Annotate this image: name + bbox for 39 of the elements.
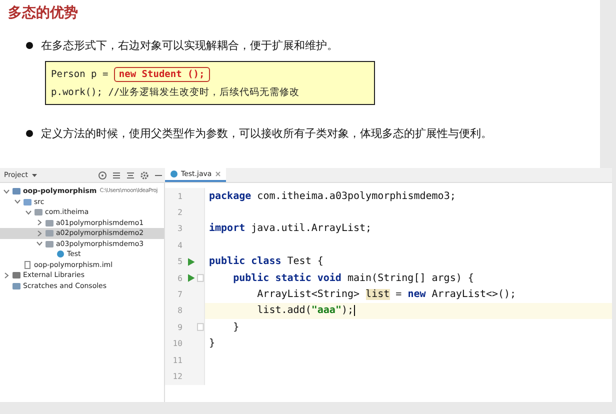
line-number: 8	[176, 306, 182, 316]
slide-title: 多态的优势	[8, 4, 79, 22]
line-number: 3	[176, 224, 182, 234]
line-number: 10	[172, 339, 182, 348]
bullet-text: 定义方法的时候，使用父类型作为参数，可以接收所有子类对象，体现多态的扩展性与便利。	[41, 126, 492, 141]
line-number: 12	[172, 372, 182, 381]
target-icon[interactable]	[98, 170, 107, 180]
code-text: package com.itheima.a03polymorphismdemo3;	[208, 190, 456, 202]
settings-icon[interactable]	[140, 170, 149, 180]
close-icon[interactable]	[214, 171, 221, 177]
file-icon	[23, 260, 32, 269]
code-text: public class Test {	[208, 256, 324, 268]
bullet-icon	[26, 42, 33, 49]
caret-icon[interactable]	[30, 172, 38, 178]
line-number: 1	[176, 192, 182, 201]
code-text: ArrayList<String> list = new ArrayList<>();	[256, 289, 516, 300]
code-text: }	[208, 338, 216, 350]
line-number: 6	[176, 274, 182, 283]
run-icon[interactable]	[188, 258, 196, 266]
line-number: 4	[176, 240, 182, 250]
code-text: list.add("aaa");	[256, 305, 355, 316]
bullet-icon	[26, 130, 33, 137]
line-number: 7	[176, 290, 182, 300]
class-icon	[56, 250, 65, 258]
line-number: 11	[172, 356, 182, 365]
bullet-text: 在多态形式下，右边对象可以实现解耦合，便于扩展和维护。	[41, 38, 338, 53]
line-number: 2	[176, 208, 182, 218]
code-text: import java.util.ArrayList;	[208, 223, 372, 234]
collapse-icon[interactable]	[126, 170, 135, 180]
code-text: public static void main(String[] args) {	[232, 272, 474, 284]
line-number: 9	[176, 322, 182, 332]
run-icon[interactable]	[188, 274, 196, 282]
expand-icon[interactable]	[112, 170, 121, 180]
code-text: Person p =	[51, 68, 110, 80]
code-text: p.work(); //业务逻辑发生改变时，后续代码无需修改	[51, 86, 300, 98]
class-file-icon	[170, 170, 178, 178]
code-text: }	[232, 322, 240, 333]
highlighted-code: new Student ();	[114, 66, 210, 82]
line-number: 5	[176, 257, 182, 266]
